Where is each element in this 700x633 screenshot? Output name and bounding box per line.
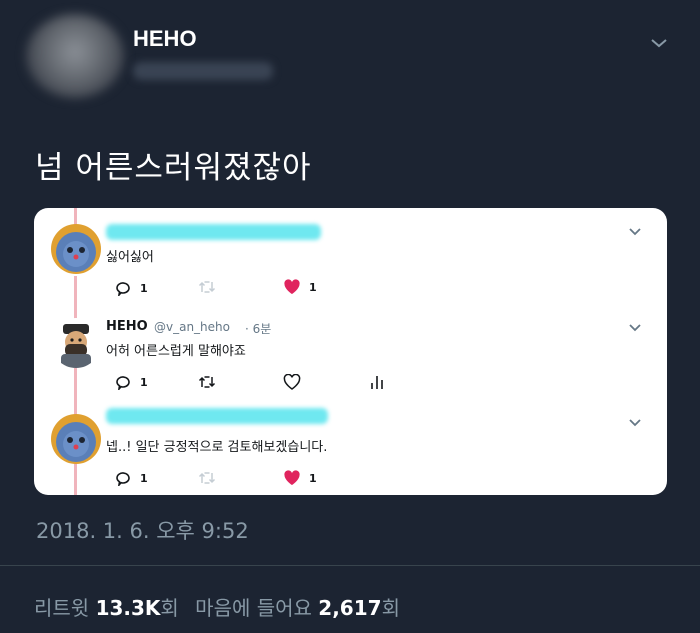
reply-text: 넵..! 일단 긍정적으로 검토해보겠습니다. bbox=[106, 440, 328, 455]
like-action[interactable] bbox=[283, 374, 301, 390]
retweet-icon bbox=[198, 472, 216, 484]
like-stat[interactable]: 마음에 들어요 2,617회 bbox=[195, 596, 400, 620]
retweet-label: 리트윗 bbox=[34, 596, 90, 620]
reply-action[interactable]: 1 bbox=[114, 374, 148, 390]
heart-icon bbox=[283, 374, 301, 390]
reply-author-name[interactable]: HEHO bbox=[106, 319, 148, 334]
reply-avatar[interactable] bbox=[51, 224, 101, 274]
heart-icon bbox=[284, 279, 300, 294]
chevron-down-icon[interactable] bbox=[628, 323, 642, 333]
reply-text: 싫어싫어 bbox=[106, 250, 154, 265]
like-action[interactable]: 1 bbox=[283, 279, 317, 295]
like-unit: 회 bbox=[381, 596, 400, 620]
reply-action[interactable]: 1 bbox=[114, 280, 148, 296]
author-handle-blurred bbox=[133, 62, 273, 80]
reply-icon bbox=[116, 282, 130, 296]
heart-icon bbox=[284, 470, 300, 485]
retweet-action[interactable] bbox=[198, 375, 216, 389]
reply-avatar[interactable] bbox=[51, 318, 101, 368]
analytics-action[interactable] bbox=[370, 374, 384, 390]
reply-action[interactable]: 1 bbox=[114, 470, 148, 486]
chevron-down-icon[interactable] bbox=[628, 418, 642, 428]
retweet-count: 13.3K bbox=[95, 596, 161, 620]
reply-avatar[interactable] bbox=[51, 414, 101, 464]
tweet-timestamp[interactable]: 2018. 1. 6. 오후 9:52 bbox=[36, 515, 249, 545]
retweet-icon bbox=[198, 376, 216, 388]
reply-count: 1 bbox=[140, 471, 148, 485]
reply-icon bbox=[116, 376, 130, 390]
author-name[interactable]: HEHO bbox=[133, 26, 197, 52]
like-label: 마음에 들어요 bbox=[195, 596, 312, 620]
retweet-unit: 회 bbox=[160, 596, 179, 620]
reply-author-handle[interactable]: @v_an_heho bbox=[154, 320, 230, 334]
reply-icon bbox=[116, 472, 130, 486]
tweet-text: 넘 어른스러워졌잖아 bbox=[35, 150, 312, 186]
retweet-icon bbox=[198, 281, 216, 293]
like-count: 1 bbox=[309, 280, 317, 294]
like-count: 1 bbox=[309, 471, 317, 485]
chevron-down-icon[interactable] bbox=[628, 227, 642, 237]
chevron-down-icon[interactable] bbox=[648, 34, 670, 52]
like-count: 2,617 bbox=[318, 596, 382, 620]
tweet-stats: 리트윗 13.3K회 마음에 들어요 2,617회 bbox=[34, 592, 400, 621]
retweet-action[interactable] bbox=[198, 280, 216, 294]
reply-time: · 6분 bbox=[245, 322, 272, 336]
reply-count: 1 bbox=[140, 281, 148, 295]
name-redacted bbox=[106, 408, 328, 424]
author-avatar[interactable] bbox=[26, 14, 124, 98]
analytics-icon bbox=[371, 376, 383, 389]
name-redacted bbox=[106, 224, 321, 240]
like-action[interactable]: 1 bbox=[283, 470, 317, 486]
divider bbox=[0, 565, 700, 566]
reply-count: 1 bbox=[140, 375, 148, 389]
embedded-screenshot: 싫어싫어 1 1 HEHO @v_an_heho · 6분 어허 어른스럽게 말… bbox=[34, 208, 667, 495]
retweet-action[interactable] bbox=[198, 471, 216, 485]
reply-text: 어허 어른스럽게 말해야죠 bbox=[106, 344, 246, 359]
retweet-stat[interactable]: 리트윗 13.3K회 bbox=[34, 596, 179, 620]
